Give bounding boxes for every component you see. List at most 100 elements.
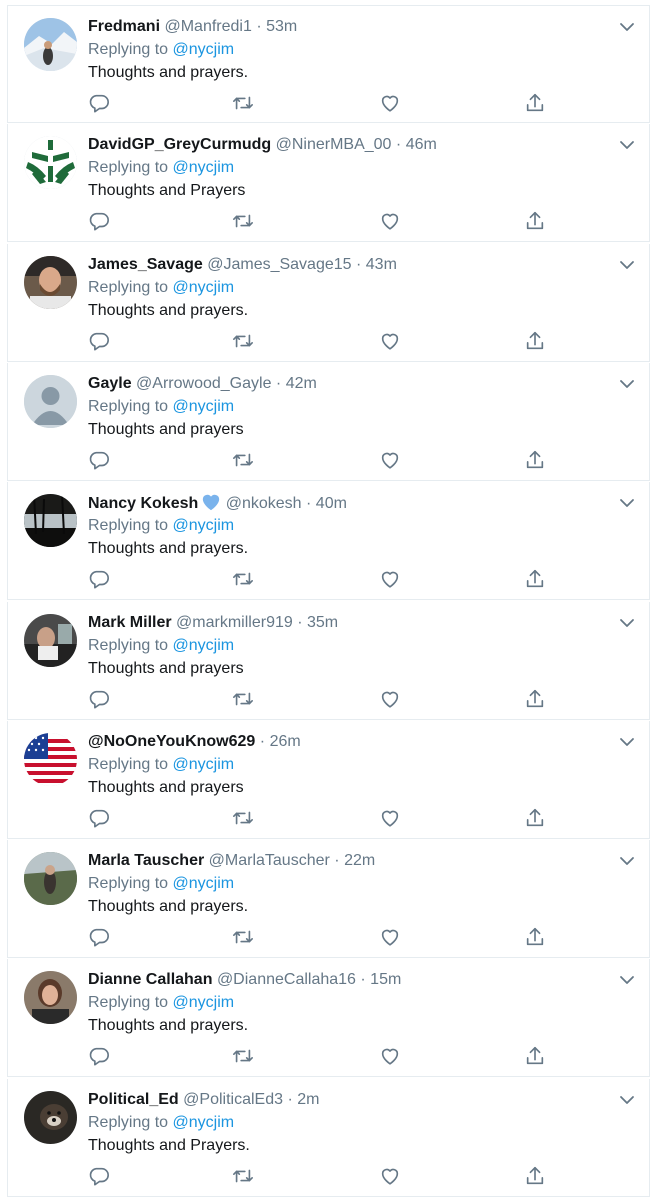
chevron-down-icon[interactable]	[619, 496, 635, 508]
reply-to-link[interactable]: @nycjim	[173, 398, 235, 415]
heart-icon[interactable]	[379, 568, 401, 590]
user-handle[interactable]: @Arrowood_Gayle	[136, 375, 271, 392]
retweet-icon[interactable]	[232, 807, 254, 829]
avatar[interactable]	[24, 18, 77, 71]
user-handle[interactable]: @James_Savage15	[207, 256, 351, 273]
heart-icon[interactable]	[379, 330, 401, 352]
tweet[interactable]: Nancy Kokesh @nkokesh · 40m Replying to @…	[7, 482, 650, 600]
chevron-down-icon[interactable]	[619, 973, 635, 985]
share-icon[interactable]	[524, 210, 546, 232]
reply-to-link[interactable]: @nycjim	[173, 1114, 235, 1131]
timestamp[interactable]: 43m	[366, 256, 397, 273]
reply-icon[interactable]	[88, 568, 110, 590]
timestamp[interactable]: 40m	[316, 495, 347, 512]
reply-to-link[interactable]: @nycjim	[173, 756, 235, 773]
display-name[interactable]: Dianne Callahan	[88, 971, 212, 988]
timestamp[interactable]: 15m	[370, 971, 401, 988]
heart-icon[interactable]	[379, 926, 401, 948]
timestamp[interactable]: 42m	[286, 375, 317, 392]
heart-icon[interactable]	[379, 449, 401, 471]
retweet-icon[interactable]	[232, 210, 254, 232]
chevron-down-icon[interactable]	[619, 138, 635, 150]
display-name[interactable]: Fredmani	[88, 18, 160, 35]
chevron-down-icon[interactable]	[619, 20, 635, 32]
tweet[interactable]: Fredmani @Manfredi1 · 53m Replying to @ny…	[7, 5, 650, 123]
share-icon[interactable]	[524, 688, 546, 710]
reply-icon[interactable]	[88, 449, 110, 471]
avatar[interactable]	[24, 375, 77, 428]
reply-to-link[interactable]: @nycjim	[173, 875, 235, 892]
reply-to-link[interactable]: @nycjim	[173, 41, 235, 58]
timestamp[interactable]: 46m	[406, 136, 437, 153]
tweet[interactable]: James_Savage @James_Savage15 · 43m Replyi…	[7, 244, 650, 362]
reply-icon[interactable]	[88, 926, 110, 948]
reply-icon[interactable]	[88, 210, 110, 232]
display-name[interactable]: Political_Ed	[88, 1091, 179, 1108]
retweet-icon[interactable]	[232, 568, 254, 590]
retweet-icon[interactable]	[232, 449, 254, 471]
chevron-down-icon[interactable]	[619, 735, 635, 747]
reply-icon[interactable]	[88, 92, 110, 114]
reply-icon[interactable]	[88, 688, 110, 710]
user-handle[interactable]: @DianneCallaha16	[217, 971, 356, 988]
display-name[interactable]: DavidGP_GreyCurmudg	[88, 136, 271, 153]
reply-to-link[interactable]: @nycjim	[173, 279, 235, 296]
reply-to-link[interactable]: @nycjim	[173, 637, 235, 654]
tweet[interactable]: @NoOneYouKnow629 · 26m Replying to @nycji…	[7, 721, 650, 839]
tweet[interactable]: DavidGP_GreyCurmudg @NinerMBA_00 · 46m Re…	[7, 124, 650, 242]
timestamp[interactable]: 2m	[297, 1091, 319, 1108]
share-icon[interactable]	[524, 1045, 546, 1067]
share-icon[interactable]	[524, 92, 546, 114]
share-icon[interactable]	[524, 330, 546, 352]
heart-icon[interactable]	[379, 688, 401, 710]
chevron-down-icon[interactable]	[619, 377, 635, 389]
user-handle[interactable]: @markmiller919	[176, 614, 293, 631]
display-name[interactable]: Mark Miller	[88, 614, 172, 631]
reply-icon[interactable]	[88, 1045, 110, 1067]
tweet[interactable]: Gayle @Arrowood_Gayle · 42m Replying to @…	[7, 363, 650, 481]
heart-icon[interactable]	[379, 1165, 401, 1187]
share-icon[interactable]	[524, 568, 546, 590]
retweet-icon[interactable]	[232, 926, 254, 948]
share-icon[interactable]	[524, 807, 546, 829]
reply-icon[interactable]	[88, 330, 110, 352]
chevron-down-icon[interactable]	[619, 258, 635, 270]
retweet-icon[interactable]	[232, 1165, 254, 1187]
display-name[interactable]: @NoOneYouKnow629	[88, 733, 255, 750]
reply-to-link[interactable]: @nycjim	[173, 517, 235, 534]
retweet-icon[interactable]	[232, 1045, 254, 1067]
retweet-icon[interactable]	[232, 92, 254, 114]
timestamp[interactable]: 26m	[270, 733, 301, 750]
tweet[interactable]: Dianne Callahan @DianneCallaha16 · 15m Re…	[7, 959, 650, 1077]
user-handle[interactable]: @PoliticalEd3	[183, 1091, 283, 1108]
avatar[interactable]	[24, 733, 77, 786]
timestamp[interactable]: 53m	[266, 18, 297, 35]
retweet-icon[interactable]	[232, 330, 254, 352]
heart-icon[interactable]	[379, 807, 401, 829]
chevron-down-icon[interactable]	[619, 854, 635, 866]
share-icon[interactable]	[524, 926, 546, 948]
avatar[interactable]	[24, 136, 77, 189]
avatar[interactable]	[24, 852, 77, 905]
chevron-down-icon[interactable]	[619, 1093, 635, 1105]
share-icon[interactable]	[524, 1165, 546, 1187]
user-handle[interactable]: @nkokesh	[226, 495, 302, 512]
timestamp[interactable]: 22m	[344, 852, 375, 869]
avatar[interactable]	[24, 971, 77, 1024]
user-handle[interactable]: @MarlaTauscher	[209, 852, 330, 869]
display-name[interactable]: Marla Tauscher	[88, 852, 204, 869]
share-icon[interactable]	[524, 449, 546, 471]
reply-to-link[interactable]: @nycjim	[173, 994, 235, 1011]
heart-icon[interactable]	[379, 1045, 401, 1067]
heart-icon[interactable]	[379, 210, 401, 232]
avatar[interactable]	[24, 256, 77, 309]
reply-icon[interactable]	[88, 807, 110, 829]
heart-icon[interactable]	[379, 92, 401, 114]
tweet[interactable]: Political_Ed @PoliticalEd3 · 2m Replying …	[7, 1079, 650, 1197]
reply-to-link[interactable]: @nycjim	[173, 159, 235, 176]
avatar[interactable]	[24, 494, 77, 547]
chevron-down-icon[interactable]	[619, 616, 635, 628]
tweet[interactable]: Marla Tauscher @MarlaTauscher · 22m Reply…	[7, 840, 650, 958]
display-name[interactable]: James_Savage	[88, 256, 203, 273]
timestamp[interactable]: 35m	[307, 614, 338, 631]
